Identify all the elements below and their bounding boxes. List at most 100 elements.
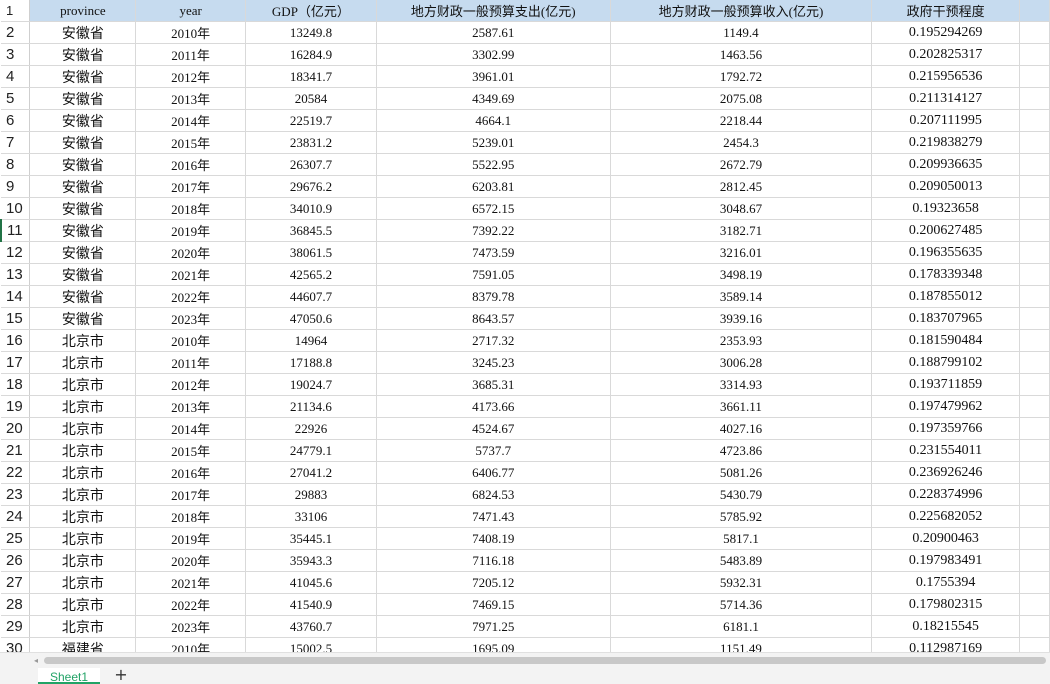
row-number[interactable]: 5 bbox=[1, 87, 31, 110]
cell-intervention[interactable]: 0.228374996 bbox=[871, 483, 1021, 506]
cell-intervention[interactable]: 0.183707965 bbox=[871, 307, 1021, 330]
empty-cell[interactable] bbox=[1019, 461, 1050, 484]
cell-intervention[interactable]: 0.209936635 bbox=[871, 153, 1021, 176]
cell-intervention[interactable]: 0.209050013 bbox=[871, 175, 1021, 198]
empty-cell[interactable] bbox=[1019, 197, 1050, 220]
cell-gdp[interactable]: 47050.6 bbox=[245, 307, 377, 330]
cell-revenue[interactable]: 2454.3 bbox=[610, 131, 873, 154]
cell-province[interactable]: 北京市 bbox=[29, 593, 137, 616]
cell-year[interactable]: 2019年 bbox=[135, 527, 247, 550]
cell-intervention[interactable]: 0.193711859 bbox=[871, 373, 1021, 396]
cell-intervention[interactable]: 0.225682052 bbox=[871, 505, 1021, 528]
cell-gdp[interactable]: 13249.8 bbox=[245, 21, 377, 44]
cell-province[interactable]: 安徽省 bbox=[29, 43, 137, 66]
cell-revenue[interactable]: 2075.08 bbox=[610, 87, 873, 110]
empty-cell[interactable] bbox=[1019, 153, 1050, 176]
cell-intervention[interactable]: 0.196355635 bbox=[871, 241, 1021, 264]
cell-gdp[interactable]: 26307.7 bbox=[245, 153, 377, 176]
cell-year[interactable]: 2012年 bbox=[135, 65, 247, 88]
row-number[interactable]: 18 bbox=[1, 373, 31, 396]
cell-revenue[interactable]: 4723.86 bbox=[610, 439, 873, 462]
cell-gdp[interactable]: 43760.7 bbox=[245, 615, 377, 638]
empty-cell[interactable] bbox=[1019, 483, 1050, 506]
column-header-gdp[interactable]: GDP（亿元） bbox=[245, 0, 377, 22]
cell-revenue[interactable]: 2672.79 bbox=[610, 153, 873, 176]
row-number[interactable]: 9 bbox=[1, 175, 31, 198]
cell-intervention[interactable]: 0.19323658 bbox=[871, 197, 1021, 220]
cell-expenditure[interactable]: 4349.69 bbox=[376, 87, 611, 110]
cell-expenditure[interactable]: 7471.43 bbox=[376, 505, 611, 528]
cell-intervention[interactable]: 0.219838279 bbox=[871, 131, 1021, 154]
cell-revenue[interactable]: 5932.31 bbox=[610, 571, 873, 594]
empty-cell[interactable] bbox=[1019, 439, 1050, 462]
row-number[interactable]: 13 bbox=[1, 263, 31, 286]
cell-expenditure[interactable]: 6572.15 bbox=[376, 197, 611, 220]
cell-intervention[interactable]: 0.20900463 bbox=[871, 527, 1021, 550]
cell-year[interactable]: 2020年 bbox=[135, 241, 247, 264]
cell-year[interactable]: 2018年 bbox=[135, 197, 247, 220]
cell-year[interactable]: 2018年 bbox=[135, 505, 247, 528]
cell-intervention[interactable]: 0.197983491 bbox=[871, 549, 1021, 572]
cell-year[interactable]: 2012年 bbox=[135, 373, 247, 396]
cell-revenue[interactable]: 3048.67 bbox=[610, 197, 873, 220]
cell-expenditure[interactable]: 7473.59 bbox=[376, 241, 611, 264]
cell-intervention[interactable]: 0.200627485 bbox=[871, 219, 1021, 242]
cell-province[interactable]: 北京市 bbox=[29, 461, 137, 484]
cell-revenue[interactable]: 3939.16 bbox=[610, 307, 873, 330]
empty-cell[interactable] bbox=[1019, 329, 1050, 352]
row-number[interactable]: 2 bbox=[1, 21, 31, 44]
cell-province[interactable]: 安徽省 bbox=[29, 285, 137, 308]
empty-cell[interactable] bbox=[1019, 87, 1050, 110]
cell-gdp[interactable]: 18341.7 bbox=[245, 65, 377, 88]
cell-intervention[interactable]: 0.231554011 bbox=[871, 439, 1021, 462]
cell-intervention[interactable]: 0.207111995 bbox=[871, 109, 1021, 132]
cell-revenue[interactable]: 3498.19 bbox=[610, 263, 873, 286]
cell-gdp[interactable]: 27041.2 bbox=[245, 461, 377, 484]
cell-year[interactable]: 2020年 bbox=[135, 549, 247, 572]
cell-revenue[interactable]: 5430.79 bbox=[610, 483, 873, 506]
row-number[interactable]: 1 bbox=[1, 0, 31, 22]
cell-gdp[interactable]: 20584 bbox=[245, 87, 377, 110]
column-header-year[interactable]: year bbox=[135, 0, 247, 22]
row-number[interactable]: 19 bbox=[1, 395, 31, 418]
cell-revenue[interactable]: 5081.26 bbox=[610, 461, 873, 484]
row-number[interactable]: 4 bbox=[1, 65, 31, 88]
row-number[interactable]: 7 bbox=[1, 131, 31, 154]
cell-revenue[interactable]: 3182.71 bbox=[610, 219, 873, 242]
cell-intervention[interactable]: 0.1755394 bbox=[871, 571, 1021, 594]
cell-province[interactable]: 安徽省 bbox=[29, 153, 137, 176]
cell-year[interactable]: 2013年 bbox=[135, 395, 247, 418]
cell-year[interactable]: 2011年 bbox=[135, 351, 247, 374]
cell-expenditure[interactable]: 6824.53 bbox=[376, 483, 611, 506]
cell-intervention[interactable]: 0.187855012 bbox=[871, 285, 1021, 308]
cell-revenue[interactable]: 4027.16 bbox=[610, 417, 873, 440]
cell-year[interactable]: 2010年 bbox=[135, 21, 247, 44]
cell-province[interactable]: 安徽省 bbox=[29, 263, 137, 286]
cell-province[interactable]: 北京市 bbox=[29, 615, 137, 638]
cell-revenue[interactable]: 2812.45 bbox=[610, 175, 873, 198]
empty-cell[interactable] bbox=[1019, 263, 1050, 286]
empty-cell[interactable] bbox=[1019, 615, 1050, 638]
cell-gdp[interactable]: 41540.9 bbox=[245, 593, 377, 616]
cell-year[interactable]: 2010年 bbox=[135, 637, 247, 652]
cell-province[interactable]: 安徽省 bbox=[29, 219, 137, 242]
row-number[interactable]: 15 bbox=[1, 307, 31, 330]
cell-intervention[interactable]: 0.188799102 bbox=[871, 351, 1021, 374]
cell-intervention[interactable]: 0.202825317 bbox=[871, 43, 1021, 66]
cell-revenue[interactable]: 1792.72 bbox=[610, 65, 873, 88]
cell-revenue[interactable]: 1151.49 bbox=[610, 637, 873, 652]
scrollbar-thumb[interactable] bbox=[44, 657, 1046, 664]
cell-province[interactable]: 北京市 bbox=[29, 549, 137, 572]
empty-cell[interactable] bbox=[1019, 395, 1050, 418]
cell-year[interactable]: 2015年 bbox=[135, 131, 247, 154]
cell-intervention[interactable]: 0.112987169 bbox=[871, 637, 1021, 652]
cell-expenditure[interactable]: 2717.32 bbox=[376, 329, 611, 352]
cell-province[interactable]: 北京市 bbox=[29, 527, 137, 550]
cell-province[interactable]: 北京市 bbox=[29, 373, 137, 396]
cell-expenditure[interactable]: 5522.95 bbox=[376, 153, 611, 176]
cell-expenditure[interactable]: 7408.19 bbox=[376, 527, 611, 550]
row-number[interactable]: 23 bbox=[1, 483, 31, 506]
cell-gdp[interactable]: 33106 bbox=[245, 505, 377, 528]
column-header-expenditure[interactable]: 地方财政一般预算支出(亿元) bbox=[376, 0, 611, 22]
cell-gdp[interactable]: 29883 bbox=[245, 483, 377, 506]
